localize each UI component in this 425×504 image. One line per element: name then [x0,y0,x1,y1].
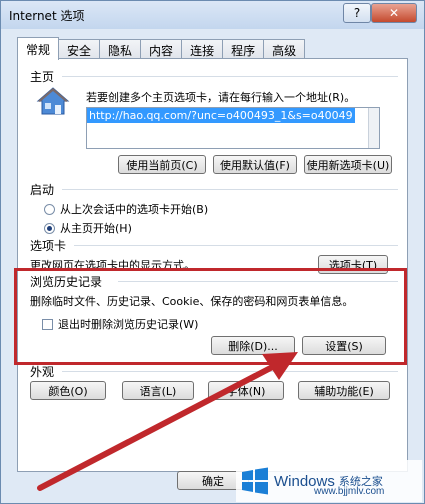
homepage-url-text: http://hao.qq.com/?unc=o400493_1&s=o4004… [87,108,355,123]
use-current-button[interactable]: 使用当前页(C) [118,155,206,174]
tabs-section-label: 选项卡 [30,237,71,254]
delete-on-exit-checkbox[interactable]: 退出时删除浏览历史记录(W) [42,316,198,332]
tab-privacy[interactable]: 隐私 [99,39,142,60]
tab-general[interactable]: 常规 [17,37,60,60]
help-button[interactable]: ? [343,3,371,23]
internet-options-dialog: Internet 选项 ? ✕ 常规 安全 隐私 内容 连接 程序 高级 主页 … [0,0,425,504]
appearance-divider [62,371,398,372]
radio-button-selected-icon [44,222,55,234]
startup-homepage-label: 从主页开始(H) [60,222,132,235]
homepage-divider [62,76,398,77]
history-description: 删除临时文件、历史记录、Cookie、保存的密码和网页表单信息。 [30,295,354,308]
delete-history-button[interactable]: 删除(D)... [211,336,295,355]
use-default-button[interactable]: 使用默认值(F) [213,155,297,174]
homepage-url-field[interactable]: http://hao.qq.com/?unc=o400493_1&s=o4004… [86,107,380,149]
homepage-description: 若要创建多个主页选项卡，请在每行输入一个地址(R)。 [86,91,356,104]
startup-divider [62,189,398,190]
history-section-label: 浏览历史记录 [30,273,107,290]
tab-strip: 常规 安全 隐私 内容 连接 程序 高级 [17,37,306,60]
radio-button-icon [44,203,55,215]
tab-security[interactable]: 安全 [58,39,101,60]
watermark-url: www.bjjmlv.com [314,486,385,497]
tab-content[interactable]: 内容 [140,39,183,60]
history-settings-button[interactable]: 设置(S) [302,336,386,355]
homepage-section-label: 主页 [30,68,59,85]
close-button[interactable]: ✕ [371,3,417,23]
window-title: Internet 选项 [9,9,85,23]
fonts-button[interactable]: 字体(N) [208,381,284,400]
tab-advanced[interactable]: 高级 [263,39,306,60]
general-tab-panel: 主页 若要创建多个主页选项卡，请在每行输入一个地址(R)。 http://hao… [17,58,408,472]
history-divider [118,281,398,282]
checkbox-icon [42,318,53,330]
tab-programs[interactable]: 程序 [222,39,265,60]
colors-button[interactable]: 颜色(O) [30,381,106,400]
startup-section-label: 启动 [30,181,59,198]
site-watermark: Windows 系统之家 www.bjjmlv.com [236,460,422,502]
close-icon: ✕ [388,6,400,20]
title-bar: Internet 选项 ? ✕ [1,1,424,29]
use-new-tab-button[interactable]: 使用新选项卡(U) [304,155,392,174]
languages-button[interactable]: 语言(L) [122,381,194,400]
url-scrollbar[interactable] [368,108,379,148]
startup-last-session-radio[interactable]: 从上次会话中的选项卡开始(B) [44,201,208,217]
startup-last-session-label: 从上次会话中的选项卡开始(B) [60,203,209,216]
tabs-settings-button[interactable]: 选项卡(T) [318,255,388,274]
windows-logo-icon [242,467,268,495]
tab-connections[interactable]: 连接 [181,39,224,60]
tabs-divider [74,245,398,246]
delete-on-exit-label: 退出时删除浏览历史记录(W) [58,318,199,331]
accessibility-button[interactable]: 辅助功能(E) [298,381,390,400]
tabs-description: 更改网页在选项卡中的显示方式。 [30,259,195,272]
startup-homepage-radio[interactable]: 从主页开始(H) [44,220,132,236]
house-icon [36,87,70,115]
appearance-section-label: 外观 [30,363,59,380]
help-icon: ? [353,6,361,20]
